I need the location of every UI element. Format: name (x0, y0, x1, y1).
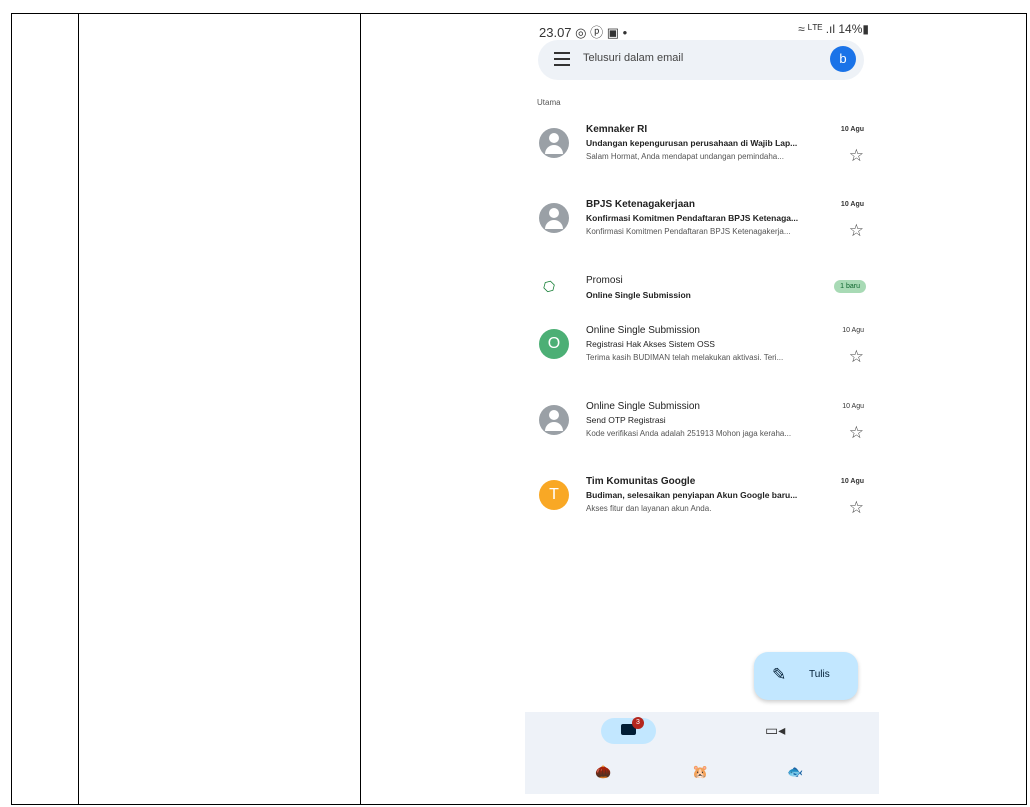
account-avatar[interactable]: b (830, 46, 856, 72)
email-sender: Kemnaker RI (586, 124, 648, 135)
email-snippet: Terima kasih BUDIMAN telah melakukan akt… (586, 353, 784, 362)
email-date: 10 Agu (842, 403, 864, 410)
email-subject: Undangan kepengurusan perusahaan di Waji… (586, 138, 798, 148)
pencil-icon: ✎ (772, 665, 787, 684)
email-date: 10 Agu (840, 201, 864, 208)
email-date: 10 Agu (840, 478, 864, 485)
star-icon[interactable]: ☆ (849, 221, 864, 241)
status-icons: ◎ ⓟ ▣ • (575, 25, 628, 40)
star-icon[interactable]: ☆ (849, 498, 864, 518)
phone-screenshot: 23.07 ◎ ⓟ ▣ • ≈ ᴸᵀᴱ .ıl 14%▮ Telusuri da… (525, 14, 879, 794)
email-sender: Tim Komunitas Google (586, 476, 696, 487)
new-count-badge: 1 baru (834, 280, 866, 293)
star-icon[interactable]: ☆ (849, 347, 864, 367)
tag-icon: ⬡ (538, 276, 559, 297)
shortcut-icon[interactable]: 🐟 (787, 764, 803, 780)
email-snippet: Salam Hormat, Anda mendapat undangan pem… (586, 152, 784, 161)
table-column-divider (360, 14, 361, 804)
star-icon[interactable]: ☆ (849, 146, 864, 166)
email-row[interactable]: O Online Single Submission 10 Agu Regist… (525, 323, 879, 383)
email-sender: Online Single Submission (586, 401, 700, 412)
email-date: 10 Agu (842, 327, 864, 334)
video-icon[interactable]: ▭◂ (765, 722, 785, 739)
promo-subtitle: Online Single Submission (586, 290, 691, 300)
table-column-divider (78, 14, 79, 804)
search-bar[interactable]: Telusuri dalam email b (538, 40, 864, 80)
sender-avatar (539, 203, 569, 233)
nav-mail-tab[interactable]: 3 (601, 717, 656, 744)
email-subject: Konfirmasi Komitmen Pendaftaran BPJS Ket… (586, 213, 799, 223)
email-sender: BPJS Ketenagakerjaan (586, 199, 695, 210)
promo-title: Promosi (586, 275, 623, 286)
email-row[interactable]: BPJS Ketenagakerjaan 10 Agu Konfirmasi K… (525, 197, 879, 257)
email-row[interactable]: T Tim Komunitas Google 10 Agu Budiman, s… (525, 474, 879, 534)
shortcut-icon[interactable]: 🐹 (692, 764, 708, 780)
sender-avatar: T (539, 480, 569, 510)
email-subject: Budiman, selesaikan penyiapan Akun Googl… (586, 490, 798, 500)
navigation-gesture-bar: 🌰 🐹 🐟 (525, 764, 879, 784)
compose-label: Tulis (809, 669, 830, 680)
status-left: 23.07 ◎ ⓟ ▣ • (539, 22, 627, 41)
status-bar: 23.07 ◎ ⓟ ▣ • ≈ ᴸᵀᴱ .ıl 14%▮ (539, 22, 869, 42)
email-row[interactable]: Online Single Submission 10 Agu Send OTP… (525, 399, 879, 459)
email-subject: Registrasi Hak Akses Sistem OSS (586, 339, 715, 349)
email-subject: Send OTP Registrasi (586, 415, 666, 425)
shortcut-icon[interactable]: 🌰 (595, 764, 611, 780)
email-snippet: Konfirmasi Komitmen Pendaftaran BPJS Ket… (586, 227, 791, 236)
compose-button[interactable]: ✎ Tulis (754, 652, 858, 700)
sender-avatar (539, 128, 569, 158)
menu-icon[interactable] (554, 52, 570, 66)
search-placeholder[interactable]: Telusuri dalam email (583, 52, 683, 64)
email-snippet: Akses fitur dan layanan akun Anda. (586, 504, 712, 513)
mail-count-badge: 3 (632, 717, 644, 729)
email-sender: Online Single Submission (586, 325, 700, 336)
email-row[interactable]: Kemnaker RI 10 Agu Undangan kepengurusan… (525, 122, 879, 182)
bottom-navigation: 3 ▭◂ 🌰 🐹 🐟 (525, 712, 879, 794)
promotions-row[interactable]: ⬡ Promosi Online Single Submission 1 bar… (525, 272, 879, 308)
sender-avatar: O (539, 329, 569, 359)
status-time: 23.07 (539, 25, 572, 40)
email-date: 10 Agu (840, 126, 864, 133)
email-snippet: Kode verifikasi Anda adalah 251913 Mohon… (586, 429, 792, 438)
star-icon[interactable]: ☆ (849, 423, 864, 443)
sender-avatar (539, 405, 569, 435)
status-right: ≈ ᴸᵀᴱ .ıl 14%▮ (798, 22, 869, 36)
section-label: Utama (537, 98, 561, 107)
